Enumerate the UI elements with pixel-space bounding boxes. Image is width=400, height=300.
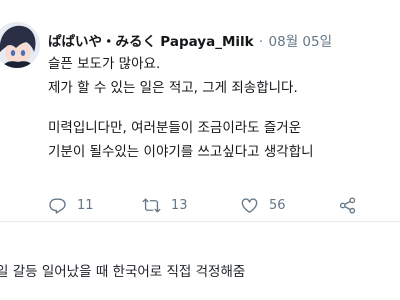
tweet-line: 제가 할 수 있는 일은 적고, 그게 죄송합니다. [48, 80, 298, 96]
avatar-illustration [0, 22, 40, 68]
retweet-icon [142, 197, 161, 213]
caption-text: 일 갈등 일어났을 때 한국어로 직접 걱정해줌 [0, 264, 246, 280]
tweet-header: ぱぱいや・みるく Papaya_Milk · 08월 05일 [48, 30, 332, 50]
tweet-line: 슬픈 보도가 많아요. [48, 56, 161, 72]
share-icon [339, 196, 356, 214]
avatar[interactable] [0, 22, 40, 68]
tweet-date[interactable]: 08월 05일 [269, 34, 333, 50]
like-button[interactable]: 56 [240, 194, 286, 216]
reply-icon [49, 197, 66, 214]
reply-count: 11 [77, 197, 94, 213]
heart-icon [241, 197, 258, 213]
like-count: 56 [269, 197, 286, 213]
share-button[interactable] [338, 194, 367, 216]
divider [0, 221, 400, 222]
retweet-button[interactable]: 13 [142, 194, 188, 216]
user-handle[interactable]: Papaya_Milk [160, 34, 253, 50]
tweet-line: 기분이 될수있는 이야기를 쓰고싶다고 생각합니 [48, 144, 314, 160]
tweet-line-gap [48, 100, 400, 116]
tweet-actions: 11 13 56 [48, 194, 368, 216]
display-name[interactable]: ぱぱいや・みるく [48, 34, 156, 50]
reply-button[interactable]: 11 [48, 194, 94, 216]
retweet-count: 13 [171, 197, 188, 213]
tweet-line: 미력입니다만, 여러분들이 조금이라도 즐거운 [48, 120, 302, 136]
tweet-text: 슬픈 보도가 많아요. 제가 할 수 있는 일은 적고, 그게 죄송합니다. 미… [48, 52, 400, 164]
header-separator: · [258, 34, 264, 50]
tweet-card[interactable]: ぱぱいや・みるく Papaya_Milk · 08월 05일 슬픈 보도가 많아… [0, 0, 400, 221]
